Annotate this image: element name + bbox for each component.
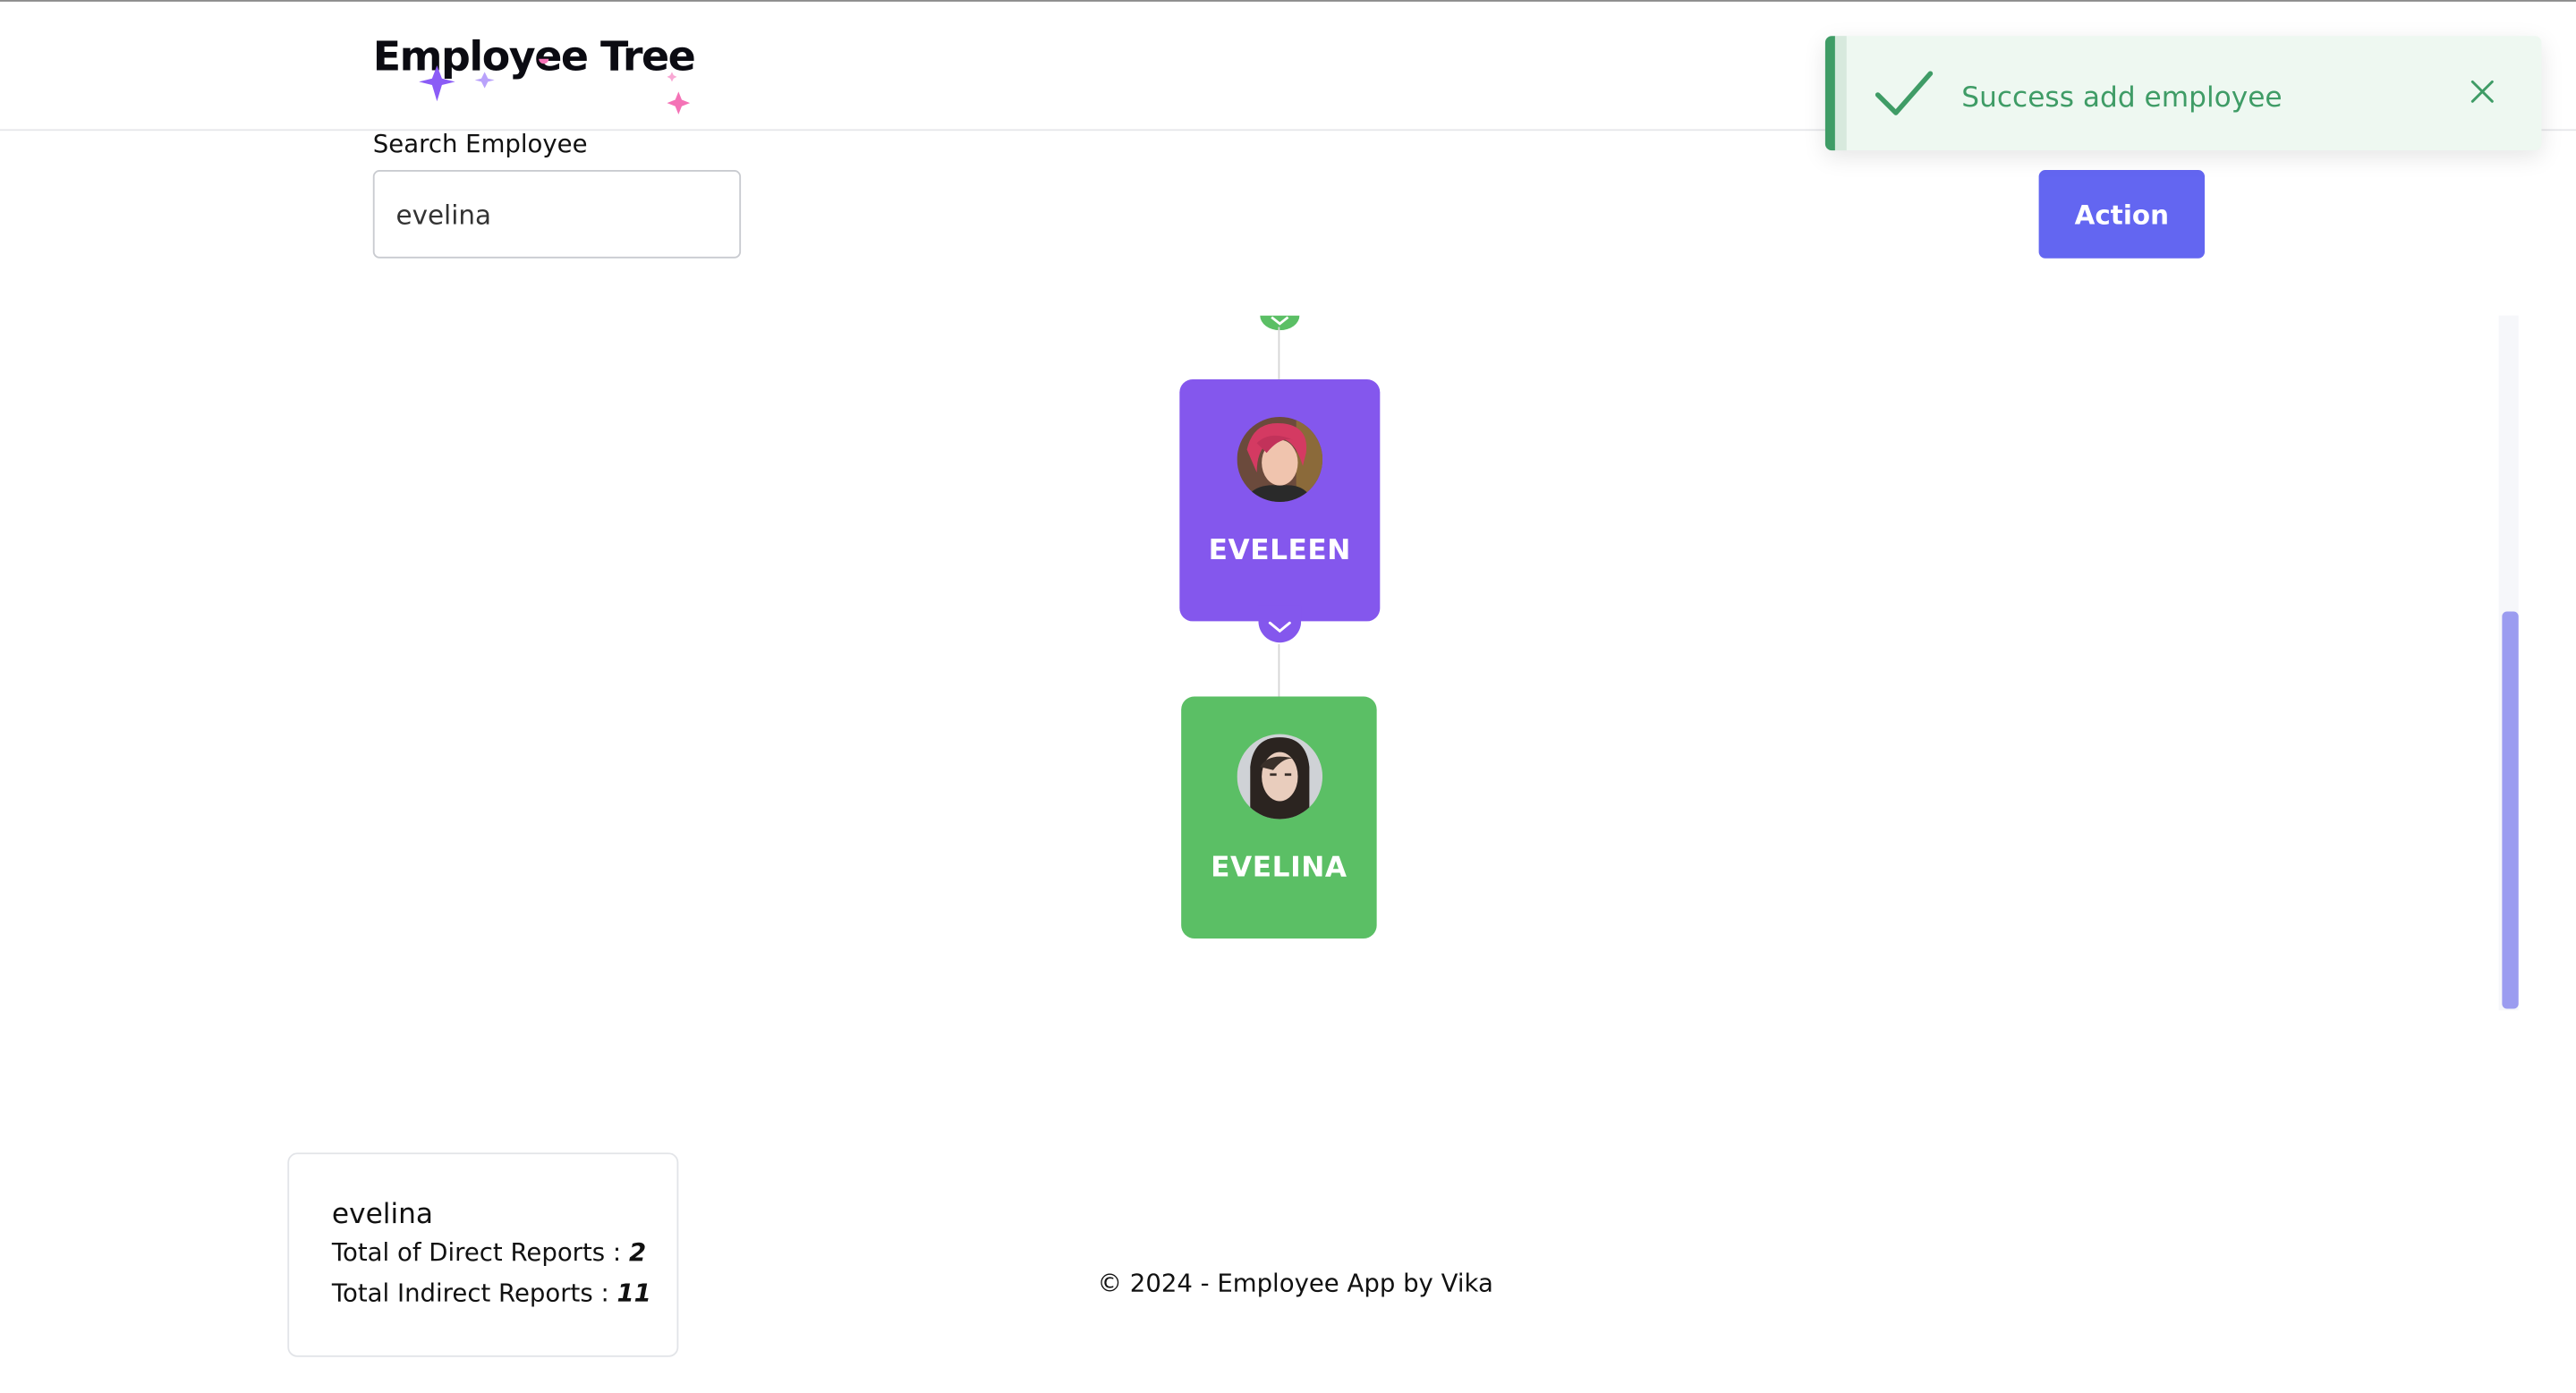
toast-progress-bar (1834, 36, 1847, 151)
summary-employee-name: evelina (331, 1198, 434, 1232)
close-icon[interactable] (2470, 79, 2495, 105)
action-button[interactable]: Action (2038, 170, 2206, 259)
toast-message: Success add employee (1961, 81, 2283, 115)
tree-connector (1278, 644, 1280, 697)
avatar (1236, 734, 1322, 820)
direct-reports-line: Total of Direct Reports : 2 (332, 1237, 646, 1267)
sparkle-decoration-icon (419, 58, 691, 115)
toast-accent-bar (1824, 36, 1835, 151)
employee-node-evelina[interactable]: EVELINA (1181, 696, 1377, 939)
direct-reports-label: Total of Direct Reports : (331, 1237, 622, 1268)
search-input[interactable] (372, 170, 742, 259)
direct-reports-count: 2 (628, 1237, 647, 1268)
employee-summary-card: evelina Total of Direct Reports : 2 Tota… (287, 1152, 679, 1357)
app-window: Employee Tree Search Employee Action Suc… (0, 0, 2576, 1393)
tree-connector (1278, 327, 1280, 379)
chevron-down-icon[interactable] (1258, 605, 1302, 644)
success-toast: Success add employee (1824, 36, 2542, 151)
search-label: Search Employee (372, 129, 588, 159)
avatar (1237, 417, 1323, 503)
employee-name: EVELINA (1211, 852, 1348, 885)
indirect-reports-line: Total Indirect Reports : 11 (332, 1278, 651, 1308)
scrollbar-thumb[interactable] (2502, 611, 2519, 1009)
employee-node-eveleen[interactable]: EVELEEN (1179, 378, 1381, 622)
indirect-reports-count: 11 (616, 1278, 651, 1308)
employee-name: EVELEEN (1208, 534, 1351, 568)
checkmark-icon (1875, 71, 1934, 115)
footer-copyright: © 2024 - Employee App by Vika (1097, 1269, 1493, 1299)
indirect-reports-label: Total Indirect Reports : (331, 1278, 609, 1308)
top-border (0, 0, 2576, 2)
